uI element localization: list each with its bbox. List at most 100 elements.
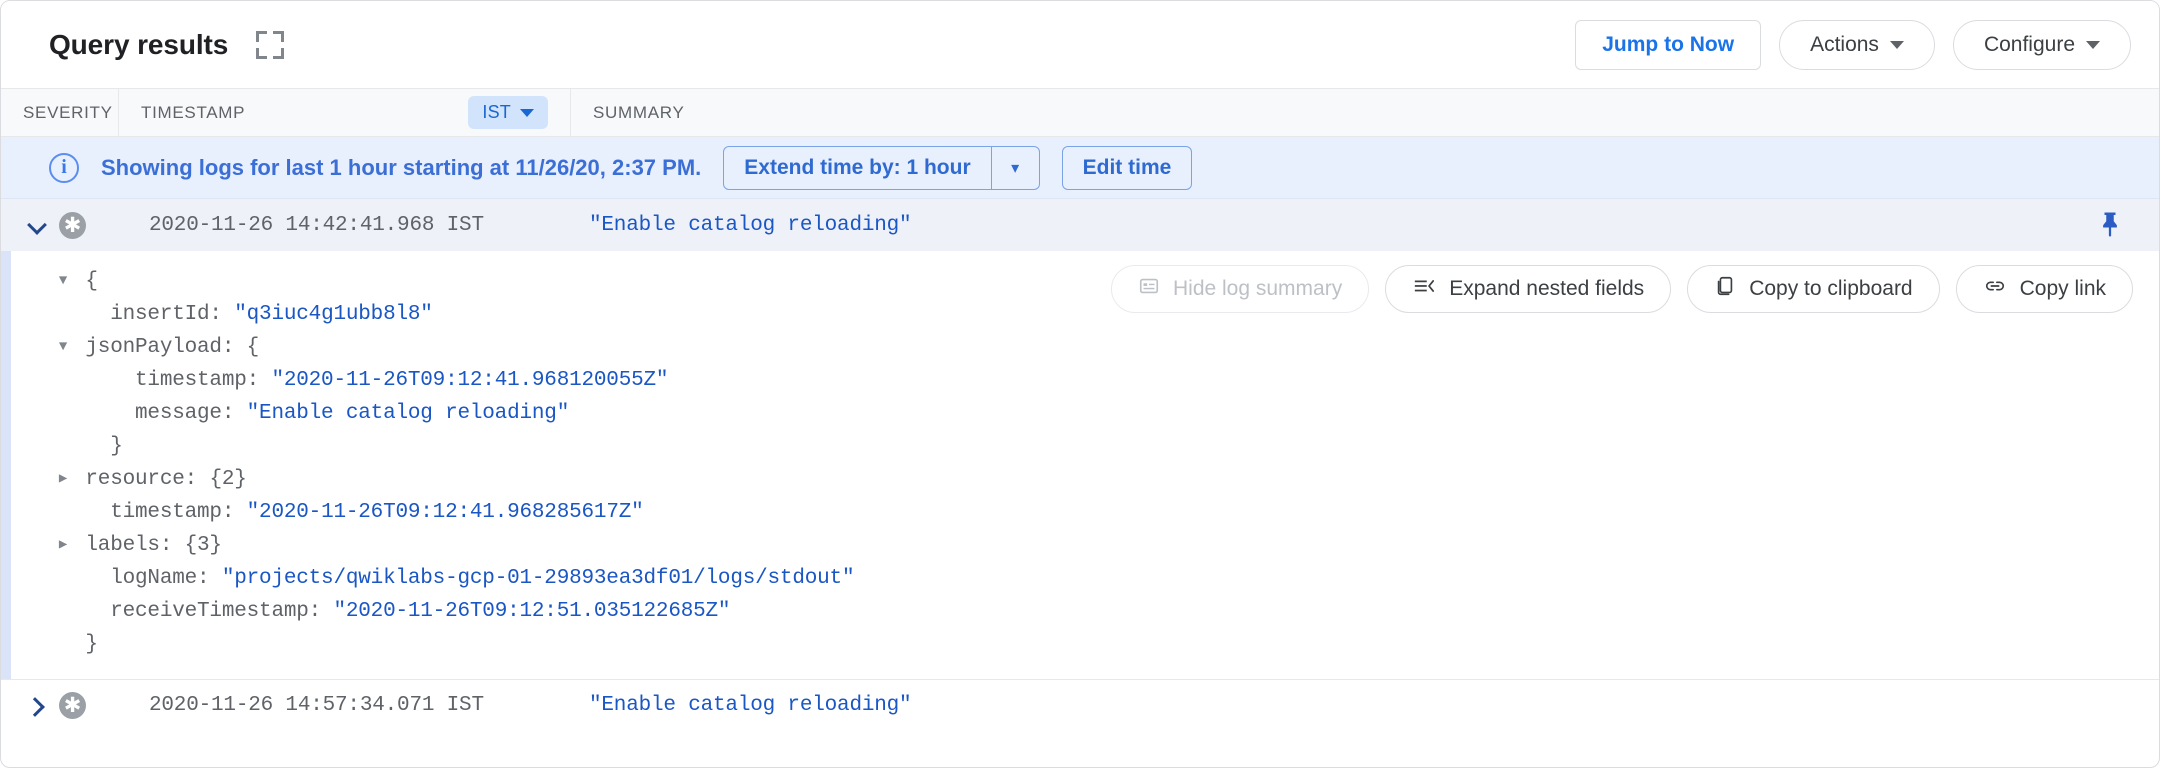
panel-header: Query results Jump to Now Actions Config… [1, 1, 2159, 89]
column-header-timestamp-label[interactable]: TIMESTAMP [141, 103, 468, 123]
hide-log-summary-button[interactable]: Hide log summary [1110, 265, 1370, 313]
json-value: "2020-11-26T09:12:41.968120055Z" [271, 369, 669, 392]
json-key: jsonPayload: [85, 336, 247, 359]
json-value: "2020-11-26T09:12:51.035122685Z" [333, 600, 731, 623]
table-row[interactable]: ✱ 2020-11-26 14:42:41.968 IST "Enable ca… [1, 199, 2159, 251]
json-key: message: [135, 402, 247, 425]
copy-link-label: Copy link [2019, 277, 2106, 300]
query-results-panel: Query results Jump to Now Actions Config… [0, 0, 2160, 768]
column-header-severity[interactable]: SEVERITY [1, 89, 119, 136]
chevron-down-icon[interactable]: ▾ [990, 146, 1039, 189]
timezone-label: IST [482, 102, 511, 122]
row-severity-cell: ✱ [1, 211, 119, 239]
info-icon: i [49, 152, 79, 183]
chevron-down-icon [1889, 40, 1904, 49]
json-tree-line: timestamp: "2020-11-26T09:12:41.96812005… [53, 364, 2159, 397]
row-timestamp: 2020-11-26 14:57:34.071 IST [149, 694, 484, 717]
table-column-headers: SEVERITY TIMESTAMP IST SUMMARY [1, 89, 2159, 137]
row-summary: "Enable catalog reloading" [589, 694, 912, 717]
actions-button-label: Actions [1810, 32, 1879, 56]
json-key: logName: [110, 567, 222, 590]
configure-button[interactable]: Configure [1952, 19, 2131, 70]
copy-link-button[interactable]: Copy link [1955, 265, 2133, 313]
edit-time-button[interactable]: Edit time [1061, 145, 1193, 190]
json-key: timestamp: [110, 501, 247, 524]
timezone-selector[interactable]: IST [468, 96, 548, 129]
configure-button-label: Configure [1983, 32, 2075, 56]
json-tree-line: ▶ resource: {2} [53, 463, 2159, 496]
triangle-down-icon[interactable]: ▼ [53, 265, 73, 298]
default-severity-icon: ✱ [59, 211, 86, 239]
triangle-right-icon[interactable]: ▶ [53, 529, 73, 562]
expand-nested-fields-label: Expand nested fields [1449, 277, 1645, 300]
json-key: resource: [85, 468, 210, 491]
chevron-down-icon [520, 108, 534, 117]
json-key: labels: [85, 534, 185, 557]
json-punctuation: {3} [184, 534, 222, 557]
table-row[interactable]: ✱ 2020-11-26 14:57:34.071 IST "Enable ca… [1, 679, 2159, 731]
chevron-down-icon [2086, 40, 2100, 49]
row-summary: "Enable catalog reloading" [589, 213, 912, 237]
detail-action-buttons: Hide log summary Expand nested fields Co… [1110, 265, 2133, 313]
copy-icon [1714, 275, 1736, 303]
json-tree-line: ▶ labels: {3} [53, 529, 2159, 562]
json-value: "Enable catalog reloading" [246, 402, 570, 425]
banner-message: Showing logs for last 1 hour starting at… [101, 154, 702, 180]
row-severity-cell: ✱ [1, 692, 119, 719]
json-punctuation: { [246, 336, 260, 359]
json-payload-tree: ▼ { insertId: "q3iuc4g1ubb8l8" ▼ jsonPayl… [11, 265, 2159, 661]
json-value: "q3iuc4g1ubb8l8" [234, 303, 433, 326]
json-value: "projects/qwiklabs-gcp-01-29893ea3df01/l… [221, 567, 855, 590]
expand-nested-fields-button[interactable]: Expand nested fields [1385, 265, 1672, 313]
pin-icon[interactable] [2095, 208, 2125, 242]
column-header-summary[interactable]: SUMMARY [571, 89, 685, 136]
time-range-banner: i Showing logs for last 1 hour starting … [1, 137, 2159, 199]
log-summary-icon [1138, 275, 1160, 303]
json-punctuation: {2} [209, 468, 247, 491]
json-tree-line: receiveTimestamp: "2020-11-26T09:12:51.0… [53, 595, 2159, 628]
json-tree-line: logName: "projects/qwiklabs-gcp-01-29893… [53, 562, 2159, 595]
extend-time-split-button[interactable]: Extend time by: 1 hour ▾ [723, 145, 1040, 190]
copy-to-clipboard-button[interactable]: Copy to clipboard [1687, 265, 1940, 313]
chevron-right-icon[interactable] [27, 696, 47, 716]
link-icon [1983, 275, 2007, 303]
page-title: Query results [49, 28, 229, 60]
log-entry-detail: Hide log summary Expand nested fields Co… [1, 251, 2159, 679]
actions-button[interactable]: Actions [1779, 19, 1935, 70]
triangle-down-icon[interactable]: ▼ [53, 331, 73, 364]
json-key: receiveTimestamp: [110, 600, 334, 623]
row-timestamp: 2020-11-26 14:42:41.968 IST [149, 213, 484, 237]
copy-to-clipboard-label: Copy to clipboard [1749, 277, 1913, 300]
column-header-timestamp: TIMESTAMP IST [119, 89, 571, 136]
extend-time-label[interactable]: Extend time by: 1 hour [724, 147, 990, 189]
chevron-down-icon[interactable] [27, 215, 47, 235]
json-tree-line: } [53, 628, 2159, 661]
header-actions: Jump to Now Actions Configure [1575, 19, 2131, 70]
fullscreen-expand-icon[interactable] [256, 30, 285, 59]
triangle-right-icon[interactable]: ▶ [53, 463, 73, 496]
json-tree-line: timestamp: "2020-11-26T09:12:41.96828561… [53, 496, 2159, 529]
json-tree-line: ▼ jsonPayload: { [53, 331, 2159, 364]
json-key: timestamp: [135, 369, 272, 392]
expand-nested-icon [1412, 275, 1436, 303]
json-key: insertId: [110, 303, 235, 326]
json-punctuation: { [85, 270, 98, 293]
default-severity-icon: ✱ [59, 692, 86, 719]
json-punctuation: } [110, 435, 123, 458]
json-value: "2020-11-26T09:12:41.968285617Z" [246, 501, 644, 524]
json-tree-line: } [53, 430, 2159, 463]
jump-to-now-button[interactable]: Jump to Now [1575, 19, 1762, 70]
json-punctuation: } [85, 633, 98, 656]
